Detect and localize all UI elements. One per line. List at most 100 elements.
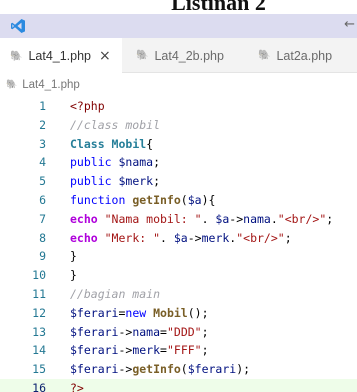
code-token: //class mobil <box>70 117 161 132</box>
code-line[interactable]: 2 //class mobil <box>0 116 357 135</box>
line-number: 4 <box>39 155 46 170</box>
code-text: public $merk; <box>70 172 160 191</box>
code-token: -> <box>118 324 133 339</box>
code-text: //bagian main <box>70 285 160 304</box>
code-token: "<br/>" <box>236 230 285 245</box>
code-token: = <box>160 343 167 358</box>
php-elephant-icon: 🐘 <box>6 80 18 90</box>
code-token: "Nama mobil: " <box>104 211 202 226</box>
tab-label: Lat2a.php <box>276 48 333 63</box>
code-token: merk <box>201 230 230 245</box>
code-line[interactable]: 6 function getInfo($a){ <box>0 191 357 210</box>
code-line[interactable]: 8 echo "Merk: ". $a->merk."<br/>"; <box>0 229 357 248</box>
code-token: $ferari <box>187 362 237 377</box>
code-token: $merk <box>118 174 154 189</box>
code-token: Class <box>70 136 112 151</box>
code-token: ; <box>153 155 161 170</box>
code-token: getInfo <box>132 192 181 207</box>
code-token: ?> <box>70 380 84 392</box>
code-line[interactable]: 10} <box>0 266 357 285</box>
code-text: echo "Nama mobil: ". $a->nama."<br/>"; <box>70 210 333 229</box>
line-number: 14 <box>32 343 46 358</box>
code-line[interactable]: 15 $ferari->getInfo($ferari); <box>0 360 357 379</box>
tab-label: Lat4_1.php <box>28 49 92 63</box>
breadcrumb[interactable]: 🐘 Lat4_1.php <box>6 77 80 93</box>
code-token: "DDD" <box>166 324 202 339</box>
code-token: "Merk: " <box>104 230 161 245</box>
code-token: $a <box>187 192 202 207</box>
code-token: function <box>70 192 133 207</box>
code-line[interactable]: 13 $ferari->nama="DDD"; <box>0 323 357 342</box>
code-text: <?php <box>70 97 105 116</box>
line-number: 10 <box>32 268 46 283</box>
code-editor[interactable]: 1 <?php 2//class mobil 3 Class Mobil{4 public… <box>0 97 357 392</box>
tab-lat4-1[interactable]: 🐘 Lat4_1.php × <box>0 38 122 74</box>
code-text: $ferari->nama="DDD"; <box>70 323 209 342</box>
code-token: getInfo <box>132 362 181 377</box>
code-token: { <box>146 136 154 151</box>
code-token: ); <box>236 362 251 377</box>
code-token: ; <box>201 343 209 358</box>
code-token: echo <box>70 230 105 245</box>
code-token: public <box>70 174 119 189</box>
line-number: 8 <box>39 230 46 245</box>
code-token: "FFF" <box>166 343 202 358</box>
code-token: $a <box>173 230 188 245</box>
code-text: Class Mobil{ <box>70 135 153 154</box>
nav-back-icon[interactable]: ← <box>344 17 355 32</box>
code-token: public <box>70 155 119 170</box>
code-token: Mobil <box>111 136 147 151</box>
tab-lat4-2b[interactable]: 🐘 Lat4_2b.php <box>126 38 241 73</box>
vscode-window: ← 🐘 Lat4_1.php × 🐘 Lat4_2b.php 🐘 Lat2a.p… <box>0 14 357 392</box>
code-line[interactable]: 9} <box>0 247 357 266</box>
line-number: 3 <box>39 136 46 151</box>
code-token: $a <box>215 211 230 226</box>
code-token: -> <box>229 211 244 226</box>
code-token: $ferari <box>70 362 119 377</box>
code-text: function getInfo($a){ <box>70 191 215 210</box>
code-token: } <box>70 249 77 264</box>
code-text: $ferari->getInfo($ferari); <box>70 360 250 379</box>
title-bar: ← <box>0 14 357 38</box>
code-text: $ferari=new Mobil(); <box>70 304 209 323</box>
code-line[interactable]: 12 $ferari=new Mobil(); <box>0 304 357 323</box>
code-line[interactable]: 4 public $nama; <box>0 153 357 172</box>
code-token: $nama <box>118 155 154 170</box>
code-line[interactable]: 1 <?php <box>0 97 357 116</box>
line-number: 16 <box>32 380 46 392</box>
code-token: . <box>160 230 174 245</box>
tab-bar: 🐘 Lat4_1.php × 🐘 Lat4_2b.php 🐘 Lat2a.php <box>0 38 357 74</box>
code-token: ; <box>326 211 334 226</box>
code-token: $ferari <box>70 324 119 339</box>
code-line[interactable]: 11 //bagian main <box>0 285 357 304</box>
line-number: 1 <box>39 99 46 113</box>
code-token: = <box>160 324 167 339</box>
line-number: 12 <box>32 305 46 320</box>
code-line[interactable]: 14 $ferari->merk="FFF"; <box>0 341 357 360</box>
tab-lat2a[interactable]: 🐘 Lat2a.php <box>248 38 357 73</box>
code-text: public $nama; <box>70 153 160 172</box>
code-token: $ferari <box>70 343 119 358</box>
code-text: } <box>70 247 77 266</box>
close-icon[interactable]: × <box>99 48 111 64</box>
code-token: } <box>70 268 77 283</box>
code-token: . <box>270 211 278 226</box>
code-line[interactable]: 5 public $merk; <box>0 172 357 191</box>
code-line[interactable]: 3 Class Mobil{ <box>0 135 357 154</box>
code-token: new <box>125 305 154 320</box>
vscode-logo-icon[interactable] <box>10 18 26 34</box>
code-token: $ferari <box>70 305 119 320</box>
code-text: } <box>70 266 77 285</box>
line-number: 13 <box>32 324 46 339</box>
code-text: $ferari->merk="FFF"; <box>70 341 209 360</box>
breadcrumb-file[interactable]: Lat4_1.php <box>22 79 80 91</box>
line-number: 2 <box>39 117 46 132</box>
php-elephant-icon: 🐘 <box>258 50 271 61</box>
code-token: -> <box>187 230 202 245</box>
code-token: ; <box>153 174 161 189</box>
code-line[interactable]: 7 echo "Nama mobil: ". $a->nama."<br/>"; <box>0 210 357 229</box>
code-line[interactable]: 16 ?> <box>0 378 357 392</box>
php-elephant-icon: 🐘 <box>10 50 23 62</box>
code-token: //bagian main <box>70 286 161 301</box>
line-number: 11 <box>32 286 46 301</box>
